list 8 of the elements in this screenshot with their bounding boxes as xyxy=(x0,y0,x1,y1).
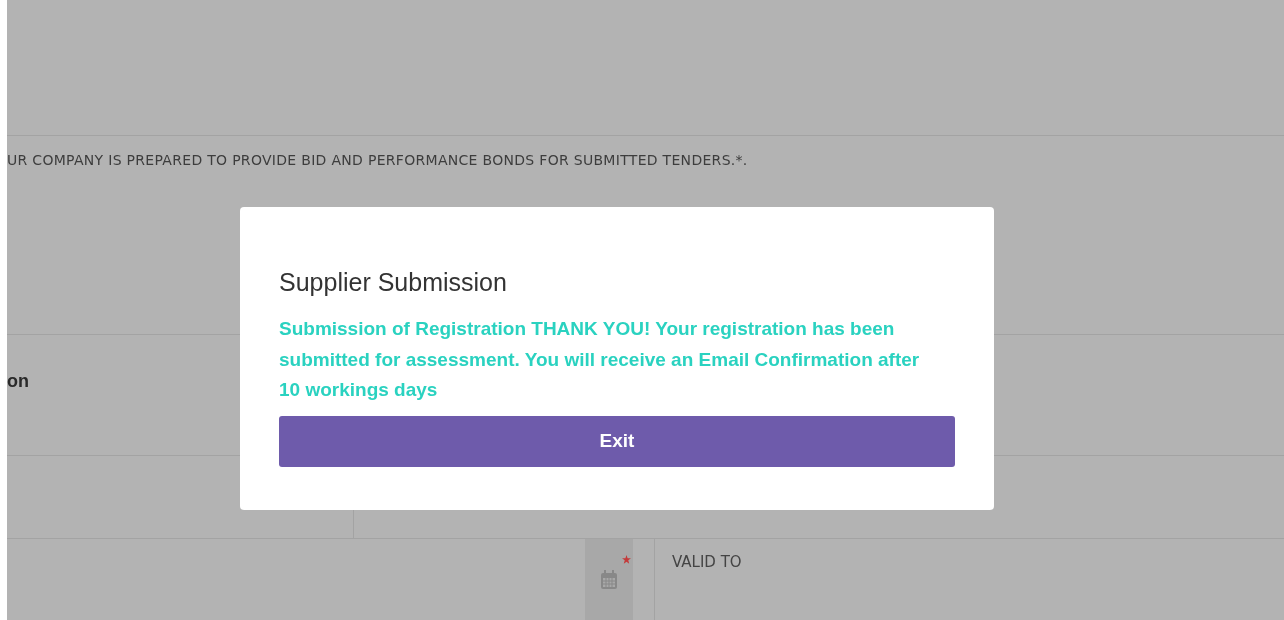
date-picker-button[interactable] xyxy=(585,539,633,620)
dialog-title: Supplier Submission xyxy=(279,267,508,298)
calendar-icon xyxy=(600,569,618,590)
valid-to-label: VALID TO xyxy=(671,552,742,573)
dialog-message: Submission of Registration THANK YOU! Your registration has been submitted for assessment. You will receive an Email Confirmation after 10 workings days xyxy=(279,317,921,402)
section-label: on xyxy=(7,370,29,392)
declaration-text: UR COMPANY IS PREPARED TO PROVIDE BID AND PERFORMANCE BONDS FOR SUBMITTED TENDERS.*. xyxy=(7,152,748,168)
exit-button[interactable]: Exit xyxy=(279,415,955,467)
